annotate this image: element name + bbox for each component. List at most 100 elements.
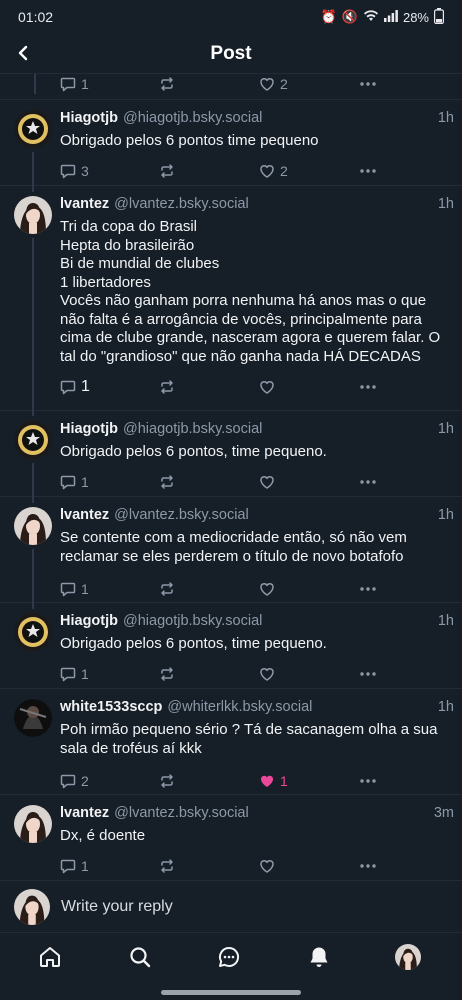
nav-search[interactable] (124, 941, 156, 973)
reply-button[interactable]: 2 (60, 771, 89, 791)
reply-button[interactable]: 1 (60, 664, 89, 684)
avatar[interactable] (14, 613, 52, 651)
like-button[interactable] (259, 664, 275, 684)
more-icon (360, 672, 376, 676)
repost-button[interactable] (159, 161, 175, 181)
post-partial[interactable]: 1 2 (0, 74, 462, 100)
author-handle[interactable]: @lvantez.bsky.social (114, 805, 249, 821)
thread-post[interactable]: white1533sccp @whiterlkk.bsky.social 1h … (0, 689, 462, 795)
avatar[interactable] (14, 110, 52, 148)
repost-button[interactable] (159, 377, 175, 397)
more-icon (360, 480, 376, 484)
repost-icon (161, 582, 173, 596)
author-handle[interactable]: @hiagotjb.bsky.social (123, 613, 262, 629)
signal-icon (383, 9, 398, 25)
post-text: Obrigado pelos 6 pontos, time pequeno. (60, 635, 327, 652)
author-name[interactable]: Hiagotjb (60, 110, 118, 126)
repost-button[interactable] (159, 579, 175, 599)
search-icon (130, 947, 151, 968)
author-name[interactable]: Hiagotjb (60, 421, 118, 437)
more-icon (360, 587, 376, 591)
like-button[interactable] (259, 856, 275, 876)
nav-chat[interactable] (213, 941, 245, 973)
repost-icon (161, 667, 173, 681)
heart-icon (260, 476, 274, 489)
thread-post[interactable]: Hiagotjb @hiagotjb.bsky.social 1h Obriga… (0, 603, 462, 689)
avatar[interactable] (14, 507, 52, 545)
thread-post[interactable]: lvantez @lvantez.bsky.social 3m Dx, é do… (0, 795, 462, 880)
author-handle[interactable]: @whiterlkk.bsky.social (167, 699, 312, 715)
author-name[interactable]: Hiagotjb (60, 613, 118, 629)
reply-count: 1 (81, 474, 89, 490)
repost-icon (161, 774, 173, 788)
reply-icon (60, 77, 76, 92)
like-button[interactable] (259, 472, 275, 492)
author-handle[interactable]: @hiagotjb.bsky.social (123, 110, 262, 126)
repost-button[interactable] (159, 74, 175, 94)
repost-button[interactable] (159, 664, 175, 684)
reply-input[interactable]: Write your reply (61, 898, 173, 916)
reply-count: 1 (81, 581, 89, 597)
more-button[interactable] (359, 579, 377, 599)
like-button[interactable] (259, 377, 275, 397)
more-button[interactable] (359, 856, 377, 876)
reply-button[interactable]: 1 (60, 856, 89, 876)
more-button[interactable] (359, 771, 377, 791)
thread-line (32, 549, 34, 609)
like-button[interactable]: 2 (259, 161, 288, 181)
author-name[interactable]: lvantez (60, 805, 109, 821)
reply-composer[interactable]: Write your reply (0, 880, 462, 932)
thread-post[interactable]: Hiagotjb @hiagotjb.bsky.social 1h Obriga… (0, 100, 462, 192)
post-text: Poh irmão pequeno sério ? Tá de sacanage… (60, 721, 438, 757)
avatar[interactable] (14, 699, 52, 737)
repost-icon (161, 164, 173, 178)
thread-post[interactable]: lvantez @lvantez.bsky.social 1h Se conte… (0, 497, 462, 609)
nav-profile[interactable] (392, 941, 424, 973)
like-button[interactable]: 1 (259, 771, 288, 791)
repost-button[interactable] (159, 472, 175, 492)
avatar[interactable] (14, 805, 52, 843)
reply-button[interactable]: 3 (60, 161, 89, 181)
author-handle[interactable]: @hiagotjb.bsky.social (123, 421, 262, 437)
more-button[interactable] (359, 161, 377, 181)
post-time: 3m (433, 805, 454, 821)
avatar[interactable] (14, 421, 52, 459)
thread[interactable]: 1 2 Hiagotjb @hiagotjb.bsky.social 1h Ob… (0, 74, 462, 880)
like-button[interactable] (259, 579, 275, 599)
more-icon (360, 82, 376, 86)
post-text: Obrigado pelos 6 pontos time pequeno (60, 132, 319, 149)
more-icon (360, 169, 376, 173)
post-time: 1h (437, 699, 454, 715)
heart-icon (260, 668, 274, 681)
like-button[interactable]: 2 (259, 74, 288, 94)
alarm-icon: ⏰ (320, 9, 337, 24)
author-name[interactable]: white1533sccp (60, 699, 162, 715)
nav-notifications[interactable] (303, 941, 335, 973)
back-button[interactable] (8, 38, 38, 68)
status-icons: ⏰ 🔇 28% (320, 7, 445, 27)
author-name[interactable]: lvantez (60, 507, 109, 523)
more-button[interactable] (359, 377, 377, 397)
repost-button[interactable] (159, 856, 175, 876)
bell-icon (310, 947, 328, 967)
avatar (14, 889, 50, 925)
more-icon (360, 385, 376, 389)
heart-icon (260, 860, 274, 873)
home-icon (40, 947, 60, 967)
more-button[interactable] (359, 472, 377, 492)
reply-icon (60, 475, 76, 490)
reply-count: 3 (81, 163, 89, 179)
gesture-bar (161, 990, 301, 995)
reply-button[interactable]: 1 (60, 74, 89, 94)
reply-button[interactable]: 1 (60, 579, 89, 599)
chat-icon (219, 946, 240, 967)
reply-button[interactable]: 1 (60, 472, 89, 492)
more-button[interactable] (359, 74, 377, 94)
heart-icon (260, 381, 274, 394)
repost-button[interactable] (159, 771, 175, 791)
nav-home[interactable] (34, 941, 66, 973)
reply-button[interactable]: 1 (60, 377, 90, 397)
author-handle[interactable]: @lvantez.bsky.social (114, 507, 249, 523)
more-button[interactable] (359, 664, 377, 684)
thread-post[interactable]: Hiagotjb @hiagotjb.bsky.social 1h Obriga… (0, 411, 462, 503)
